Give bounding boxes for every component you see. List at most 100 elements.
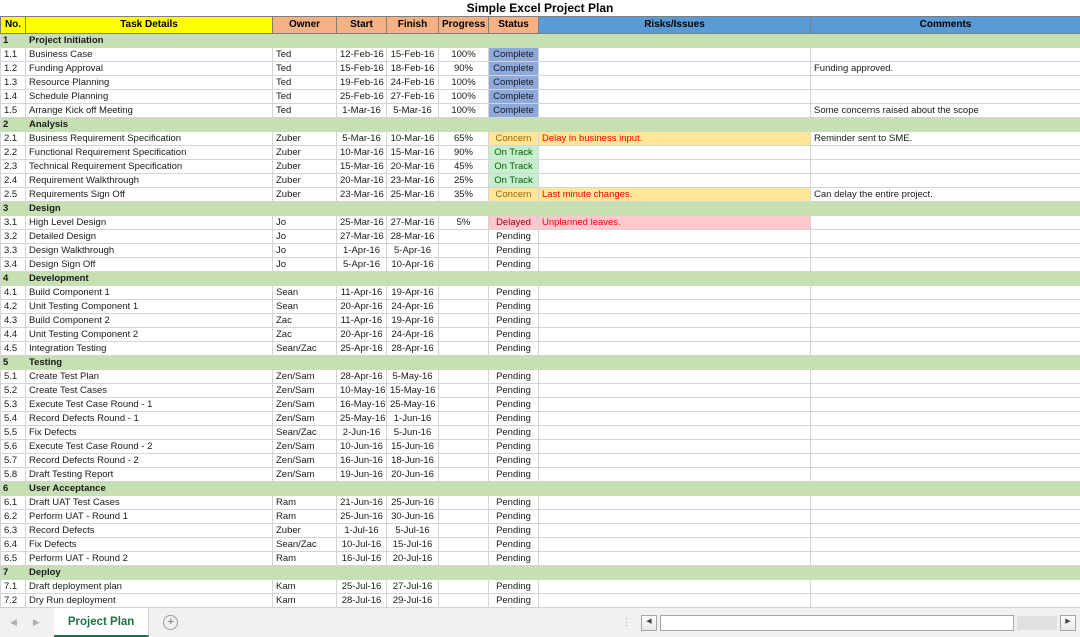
scrollbar-track-end[interactable] (1017, 615, 1057, 630)
cell-comment[interactable] (810, 383, 1080, 398)
cell-no[interactable]: 2.4 (0, 173, 26, 188)
column-header-start[interactable]: Start (336, 16, 387, 34)
cell-risk[interactable]: Last minute changes. (538, 187, 811, 202)
cell-task[interactable]: Business Case (25, 47, 273, 62)
cell-finish[interactable] (386, 271, 439, 286)
status-badge[interactable]: Pending (488, 229, 539, 244)
status-badge[interactable]: Complete (488, 75, 539, 90)
status-badge[interactable]: Pending (488, 341, 539, 356)
cell-no[interactable]: 2.1 (0, 131, 26, 146)
cell-comment[interactable] (810, 411, 1080, 426)
cell-no[interactable]: 7.1 (0, 579, 26, 594)
cell-comment[interactable] (810, 425, 1080, 440)
cell-no[interactable]: 1.3 (0, 75, 26, 90)
cell-comment[interactable] (810, 509, 1080, 524)
cell-task[interactable]: Perform UAT - Round 2 (25, 551, 273, 566)
cell-start[interactable]: 10-Mar-16 (336, 145, 387, 160)
scrollbar-grip-icon[interactable]: ⋮ (616, 617, 638, 628)
table-row[interactable]: 2.5 Requirements Sign Off Zuber 23-Mar-16 25… (0, 187, 1080, 202)
cell-comment[interactable]: Funding approved. (810, 61, 1080, 76)
status-badge[interactable]: Pending (488, 299, 539, 314)
cell-finish[interactable]: 20-Jun-16 (386, 467, 439, 482)
cell-progress[interactable] (438, 33, 489, 48)
cell-owner[interactable]: Zuber (272, 145, 337, 160)
table-row[interactable]: 4.3 Build Component 2 Zac 11-Apr-16 19-Apr-1… (0, 313, 1080, 328)
cell-no[interactable]: 4.1 (0, 285, 26, 300)
table-row[interactable]: 5.5 Fix Defects Sean/Zac 2-Jun-16 5-Jun-16 Pe… (0, 425, 1080, 440)
cell-progress[interactable] (438, 243, 489, 258)
table-row[interactable]: 2.3 Technical Requirement Specification Zu… (0, 159, 1080, 174)
cell-comment[interactable] (810, 579, 1080, 594)
cell-owner[interactable]: Zuber (272, 131, 337, 146)
cell-progress[interactable] (438, 481, 489, 496)
cell-risk[interactable] (538, 425, 811, 440)
cell-finish[interactable]: 29-Jul-16 (386, 593, 439, 608)
cell-risk[interactable] (538, 439, 811, 454)
cell-owner[interactable]: Zac (272, 313, 337, 328)
cell-owner[interactable] (272, 565, 337, 580)
cell-comment[interactable] (810, 271, 1080, 286)
cell-comment[interactable] (810, 299, 1080, 314)
cell-owner[interactable]: Ram (272, 495, 337, 510)
status-badge[interactable]: Pending (488, 383, 539, 398)
cell-no[interactable]: 5.7 (0, 453, 26, 468)
cell-owner[interactable]: Zen/Sam (272, 369, 337, 384)
status-badge[interactable]: Pending (488, 551, 539, 566)
table-row[interactable]: 4.5 Integration Testing Sean/Zac 25-Apr-16 2… (0, 341, 1080, 356)
cell-risk[interactable] (538, 551, 811, 566)
cell-task[interactable]: Functional Requirement Specification (25, 145, 273, 160)
cell-owner[interactable]: Zuber (272, 159, 337, 174)
cell-owner[interactable]: Zen/Sam (272, 411, 337, 426)
cell-task[interactable]: Technical Requirement Specification (25, 159, 273, 174)
cell-finish[interactable]: 15-Mar-16 (386, 145, 439, 160)
scroll-left-button[interactable]: ◀ (641, 614, 657, 631)
cell-no[interactable]: 6 (0, 481, 26, 496)
status-badge[interactable]: Pending (488, 313, 539, 328)
cell-progress[interactable] (438, 509, 489, 524)
cell-comment[interactable] (810, 313, 1080, 328)
cell-finish[interactable]: 5-Apr-16 (386, 243, 439, 258)
cell-start[interactable]: 16-May-16 (336, 397, 387, 412)
cell-finish[interactable] (386, 117, 439, 132)
cell-start[interactable]: 20-Apr-16 (336, 299, 387, 314)
cell-task[interactable]: Testing (25, 355, 273, 370)
status-badge[interactable] (488, 117, 539, 132)
cell-finish[interactable]: 10-Apr-16 (386, 257, 439, 272)
table-row[interactable]: 5.2 Create Test Cases Zen/Sam 10-May-16 15-M… (0, 383, 1080, 398)
cell-risk[interactable] (538, 257, 811, 272)
cell-finish[interactable] (386, 33, 439, 48)
cell-no[interactable]: 1.5 (0, 103, 26, 118)
cell-start[interactable]: 19-Jun-16 (336, 467, 387, 482)
cell-progress[interactable]: 90% (438, 145, 489, 160)
cell-progress[interactable] (438, 257, 489, 272)
cell-finish[interactable] (386, 201, 439, 216)
cell-risk[interactable] (538, 33, 811, 48)
cell-task[interactable]: Deploy (25, 565, 273, 580)
cell-finish[interactable]: 15-Feb-16 (386, 47, 439, 62)
cell-progress[interactable]: 25% (438, 173, 489, 188)
cell-comment[interactable] (810, 159, 1080, 174)
cell-progress[interactable] (438, 523, 489, 538)
status-badge[interactable]: Pending (488, 411, 539, 426)
cell-finish[interactable]: 20-Mar-16 (386, 159, 439, 174)
cell-owner[interactable] (272, 271, 337, 286)
cell-no[interactable]: 5.4 (0, 411, 26, 426)
sheet-tab-project-plan[interactable]: Project Plan (53, 608, 150, 637)
table-row[interactable]: 4.2 Unit Testing Component 1 Sean 20-Apr-16… (0, 299, 1080, 314)
cell-task[interactable]: Execute Test Case Round - 2 (25, 439, 273, 454)
cell-start[interactable]: 16-Jun-16 (336, 453, 387, 468)
table-row[interactable]: 1.3 Resource Planning Ted 19-Feb-16 24-Feb-1… (0, 75, 1080, 90)
cell-no[interactable]: 5.2 (0, 383, 26, 398)
cell-owner[interactable]: Zen/Sam (272, 467, 337, 482)
cell-start[interactable]: 16-Jul-16 (336, 551, 387, 566)
section-row[interactable]: 4 Development (0, 271, 1080, 286)
status-badge[interactable]: Pending (488, 397, 539, 412)
cell-no[interactable]: 3 (0, 201, 26, 216)
cell-start[interactable] (336, 481, 387, 496)
cell-comment[interactable] (810, 173, 1080, 188)
cell-start[interactable]: 21-Jun-16 (336, 495, 387, 510)
cell-progress[interactable]: 65% (438, 131, 489, 146)
cell-task[interactable]: Schedule Planning (25, 89, 273, 104)
cell-start[interactable]: 10-Jul-16 (336, 537, 387, 552)
section-row[interactable]: 1 Project Initiation (0, 33, 1080, 48)
